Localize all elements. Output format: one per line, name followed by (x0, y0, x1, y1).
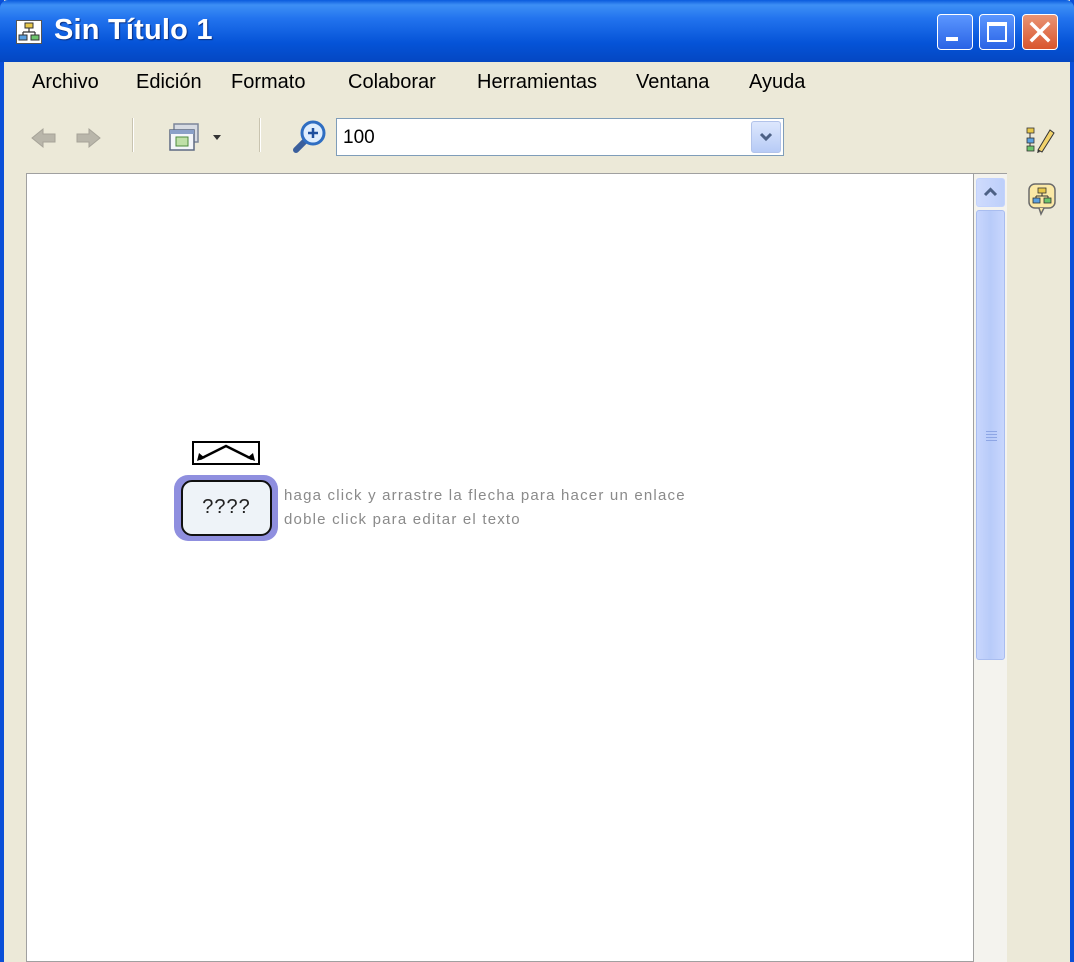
zoom-value[interactable]: 100 (343, 127, 375, 149)
link-arrow-handle[interactable] (192, 441, 260, 465)
arrow-left-icon[interactable] (30, 126, 58, 150)
collaboration-icon[interactable] (1027, 182, 1057, 216)
title-bar[interactable]: Sin Título 1 (0, 0, 1074, 62)
scroll-grip (986, 434, 997, 435)
concept-node[interactable]: ???? (181, 480, 272, 536)
hint-text-edit: doble click para editar el texto (284, 511, 521, 528)
menu-colaborar[interactable]: Colaborar (348, 71, 436, 94)
menu-bar: Archivo Edición Formato Colaborar Herram… (4, 62, 1070, 105)
scroll-grip (986, 437, 997, 438)
maximize-icon (987, 22, 1007, 42)
style-palette-icon[interactable] (1024, 124, 1058, 154)
minimize-button[interactable] (937, 14, 973, 50)
zoom-combobox[interactable]: 100 (336, 118, 784, 156)
window-title: Sin Título 1 (54, 14, 213, 46)
close-button[interactable] (1022, 14, 1058, 50)
side-tool-panel (1007, 104, 1070, 962)
menu-edicion[interactable]: Edición (136, 71, 202, 94)
minimize-icon (946, 37, 958, 41)
link-arrows-icon (197, 444, 255, 461)
view-menu-icon (169, 123, 221, 151)
menu-archivo[interactable]: Archivo (32, 71, 99, 94)
view-menu-button[interactable] (166, 120, 230, 154)
zoom-in-icon[interactable] (290, 118, 330, 156)
hint-text-link: haga click y arrastre la flecha para hac… (284, 487, 686, 504)
menu-formato[interactable]: Formato (231, 71, 305, 94)
concept-map-canvas[interactable] (26, 173, 974, 962)
concept-node-label[interactable]: ???? (183, 496, 270, 519)
arrow-right-icon[interactable] (74, 126, 102, 150)
chevron-down-icon (759, 132, 773, 142)
zoom-dropdown-button[interactable] (751, 121, 781, 153)
scroll-up-button[interactable] (976, 178, 1005, 207)
toolbar-separator (132, 118, 134, 152)
scroll-grip (986, 431, 997, 432)
menu-herramientas[interactable]: Herramientas (477, 71, 597, 94)
chevron-up-icon (983, 187, 998, 197)
menu-ventana[interactable]: Ventana (636, 71, 709, 94)
app-window: Sin Título 1 Archivo Edición Formato Col… (0, 0, 1074, 962)
toolbar-separator (259, 118, 261, 152)
maximize-button[interactable] (979, 14, 1015, 50)
vertical-scrollbar[interactable] (974, 173, 1007, 962)
scroll-thumb[interactable] (976, 210, 1005, 660)
app-icon (16, 20, 42, 44)
scroll-grip (986, 440, 997, 441)
menu-ayuda[interactable]: Ayuda (749, 71, 805, 94)
close-icon (1029, 21, 1051, 43)
